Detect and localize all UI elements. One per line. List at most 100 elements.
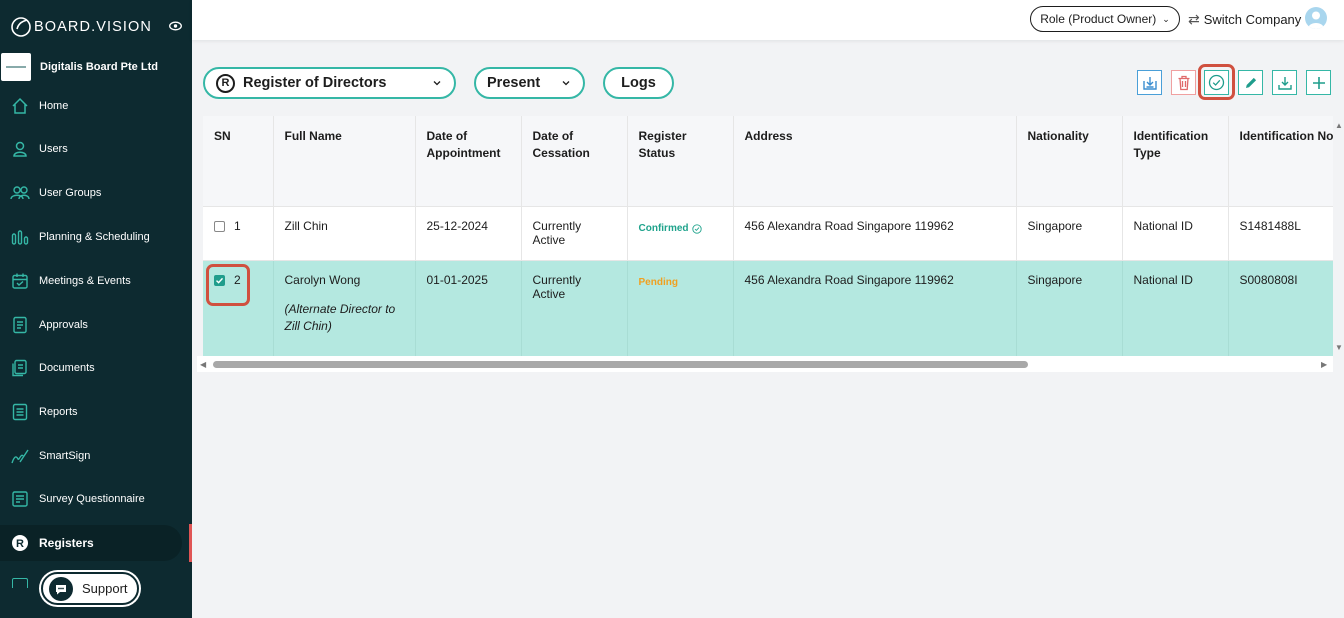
row-address: 456 Alexandra Road Singapore 119962 xyxy=(744,272,954,287)
row-id-type: National ID xyxy=(1133,218,1193,233)
sidebar-item-label: Home xyxy=(39,100,69,112)
sidebar-item-approvals[interactable]: Approvals xyxy=(0,307,182,343)
table-row-selected[interactable]: 2 Carolyn Wong (Alternate Director to Zi… xyxy=(203,260,1333,356)
column-header-full-name[interactable]: Full Name xyxy=(273,116,416,207)
sidebar-item-users[interactable]: Users xyxy=(0,131,182,167)
column-header-address[interactable]: Address xyxy=(733,116,1017,207)
sidebar-item-survey[interactable]: Survey Questionnaire xyxy=(0,481,182,517)
sidebar-item-label: Users xyxy=(39,143,68,155)
sidebar-item-user-groups[interactable]: User Groups xyxy=(0,175,182,211)
board-vision-logo-icon xyxy=(11,17,31,37)
documents-icon xyxy=(10,358,30,378)
column-header-identification-no[interactable]: Identification No. xyxy=(1228,116,1333,207)
register-type-label: Register of Directors xyxy=(243,75,387,91)
chevron-down-icon: ⌄ xyxy=(1162,13,1170,24)
sidebar-item-label: Survey Questionnaire xyxy=(39,493,145,505)
row-id-type: National ID xyxy=(1133,272,1193,287)
sidebar-item-label: Planning & Scheduling xyxy=(39,231,150,243)
logs-button[interactable]: Logs xyxy=(603,67,674,99)
swap-icon: ⇄ xyxy=(1188,10,1200,27)
sidebar-item-label: Documents xyxy=(39,362,95,374)
home-icon xyxy=(10,96,30,116)
reports-icon xyxy=(10,402,30,422)
table-row[interactable]: 1 Zill Chin 25-12-2024 Currently Active … xyxy=(203,206,1333,261)
horizontal-scrollbar[interactable]: ◀ ▶ xyxy=(197,356,1333,372)
eye-icon[interactable] xyxy=(169,21,182,31)
row-date-of-cessation: Currently Active xyxy=(532,272,582,301)
check-circle-icon xyxy=(691,223,702,234)
sidebar-item-smartsign[interactable]: SmartSign xyxy=(0,438,182,474)
scroll-down-arrow-icon[interactable]: ▼ xyxy=(1335,343,1343,352)
column-header-nationality[interactable]: Nationality xyxy=(1016,116,1123,207)
sidebar-item-documents[interactable]: Documents xyxy=(0,350,182,386)
column-header-date-of-cessation[interactable]: Date of Cessation xyxy=(521,116,628,207)
add-button[interactable] xyxy=(1306,70,1331,95)
register-badge: R xyxy=(216,73,235,93)
role-selector[interactable]: Role (Product Owner) ⌄ xyxy=(1030,6,1180,32)
row-date-of-appointment: 25-12-2024 xyxy=(426,218,488,233)
sidebar-item-label: SmartSign xyxy=(39,450,91,462)
support-button[interactable]: Support xyxy=(41,572,139,605)
row-nationality: Singapore xyxy=(1027,272,1083,287)
register-table: SN Full Name Date of Appointment Date of… xyxy=(203,116,1333,356)
row-date-of-cessation: Currently Active xyxy=(532,218,582,247)
row-note: (Alternate Director to Zill Chin) xyxy=(284,301,396,333)
signature-icon xyxy=(10,446,30,466)
download-button[interactable] xyxy=(1272,70,1297,95)
top-bar: Role (Product Owner) ⌄ ⇄ Switch Company xyxy=(192,0,1344,40)
import-icon xyxy=(1142,76,1157,90)
sidebar-item-planning[interactable]: Planning & Scheduling xyxy=(0,219,182,255)
chat-icon xyxy=(49,576,73,601)
confirm-button-highlight xyxy=(1198,64,1235,100)
survey-icon xyxy=(10,489,30,509)
scrollbar-thumb[interactable] xyxy=(213,361,1028,368)
role-label: Role (Product Owner) xyxy=(1040,12,1157,26)
trash-icon xyxy=(1178,75,1189,90)
column-header-sn[interactable]: SN xyxy=(203,116,274,207)
brand-name: BOARD.VISION xyxy=(34,19,152,35)
scroll-up-arrow-icon[interactable]: ▲ xyxy=(1335,121,1343,130)
company-name: Digitalis Board Pte Ltd xyxy=(40,61,158,73)
company-switcher[interactable]: Digitalis Board Pte Ltd xyxy=(0,52,192,82)
user-groups-icon xyxy=(10,183,30,203)
bar-chart-icon xyxy=(10,227,30,247)
row-address: 456 Alexandra Road Singapore 119962 xyxy=(744,218,954,233)
sidebar-item-label: Reports xyxy=(39,406,78,418)
row-id-no: S1481488L xyxy=(1239,218,1301,233)
delete-button[interactable] xyxy=(1171,70,1196,95)
period-label: Present xyxy=(487,75,541,91)
column-header-date-of-appointment[interactable]: Date of Appointment xyxy=(415,116,522,207)
status-badge: Confirmed xyxy=(639,222,702,236)
row-id-no: S0080808I xyxy=(1239,272,1298,287)
row-checkbox[interactable] xyxy=(214,221,225,232)
pencil-icon xyxy=(1245,77,1256,88)
edit-button[interactable] xyxy=(1238,70,1263,95)
register-type-dropdown[interactable]: R Register of Directors xyxy=(203,67,456,99)
row-date-of-appointment: 01-01-2025 xyxy=(426,272,488,287)
import-button[interactable] xyxy=(1137,70,1162,95)
table-header-row: SN Full Name Date of Appointment Date of… xyxy=(203,116,1333,207)
scroll-left-arrow-icon[interactable]: ◀ xyxy=(200,360,206,369)
sidebar-item-label: Meetings & Events xyxy=(39,275,131,287)
brand[interactable]: BOARD.VISION xyxy=(10,15,186,39)
period-dropdown[interactable]: Present xyxy=(474,67,585,99)
calendar-icon xyxy=(10,271,30,291)
column-header-register-status[interactable]: Register Status xyxy=(627,116,734,207)
scroll-right-arrow-icon[interactable]: ▶ xyxy=(1321,360,1327,369)
sidebar-item-reports[interactable]: Reports xyxy=(0,394,182,430)
sidebar-item-registers[interactable]: R Registers xyxy=(0,525,182,561)
status-label: Confirmed xyxy=(638,222,689,234)
company-logo xyxy=(1,53,31,81)
sidebar-item-home[interactable]: Home xyxy=(0,88,182,124)
chevron-down-icon xyxy=(562,81,570,86)
sidebar-item-meetings[interactable]: Meetings & Events xyxy=(0,263,182,299)
row-full-name: Carolyn Wong xyxy=(284,272,361,287)
sidebar-item-label: User Groups xyxy=(39,187,102,199)
column-header-identification-type[interactable]: Identification Type xyxy=(1122,116,1229,207)
avatar[interactable] xyxy=(1305,7,1327,29)
chevron-down-icon xyxy=(433,81,441,86)
row-selection-highlight xyxy=(206,264,250,306)
sidebar: BOARD.VISION Digitalis Board Pte Ltd Hom… xyxy=(0,0,192,618)
switch-company-button[interactable]: ⇄ Switch Company xyxy=(1188,9,1301,29)
switch-company-label: Switch Company xyxy=(1203,11,1302,27)
